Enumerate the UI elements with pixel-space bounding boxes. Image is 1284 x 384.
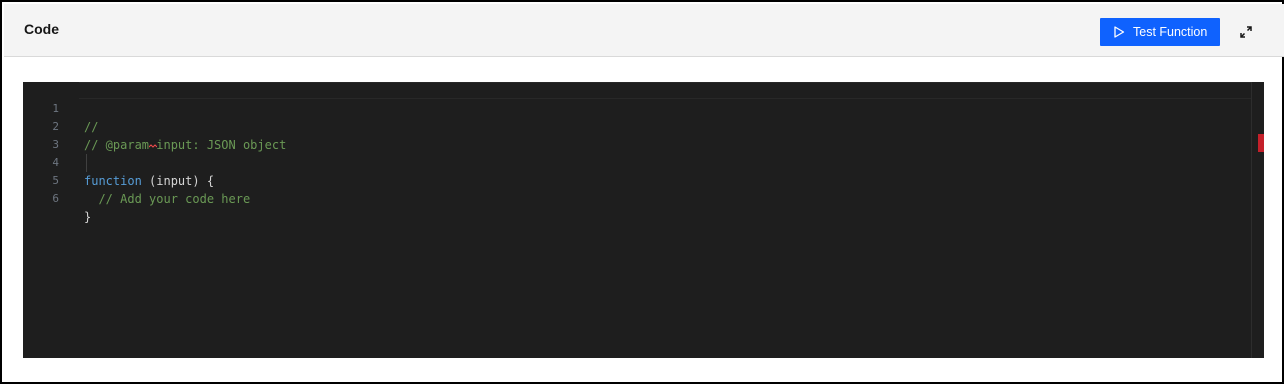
code-line[interactable]: 2 // @param input: JSON object bbox=[23, 100, 1251, 152]
code-line[interactable]: 4 function (input) { bbox=[23, 136, 1251, 188]
expand-icon[interactable] bbox=[1239, 25, 1253, 39]
scrollbar-track[interactable] bbox=[1251, 82, 1252, 358]
line-number: 6 bbox=[52, 192, 59, 205]
code-line[interactable]: 1 // bbox=[23, 82, 1251, 134]
test-function-label: Test Function bbox=[1133, 25, 1208, 39]
code-editor[interactable]: 1 // 2 // @param input: JSON object 3 4 … bbox=[23, 82, 1264, 358]
code-text: // Add your code here bbox=[84, 192, 251, 206]
error-scroll-marker bbox=[1258, 134, 1264, 152]
error-squiggle bbox=[149, 144, 157, 148]
panel-header: Code Test Function bbox=[4, 4, 1284, 57]
panel-title: Code bbox=[24, 21, 59, 37]
play-icon bbox=[1114, 26, 1125, 38]
indent-guide bbox=[86, 154, 87, 172]
test-function-button[interactable]: Test Function bbox=[1100, 18, 1220, 46]
code-panel: Code Test Function 1 // 2 // @param inpu… bbox=[0, 0, 1284, 384]
code-line[interactable]: 5 // Add your code here bbox=[23, 154, 1251, 206]
code-line[interactable]: 6 } bbox=[23, 172, 1251, 224]
code-line[interactable]: 3 bbox=[23, 118, 1251, 151]
code-text: } bbox=[84, 210, 92, 224]
